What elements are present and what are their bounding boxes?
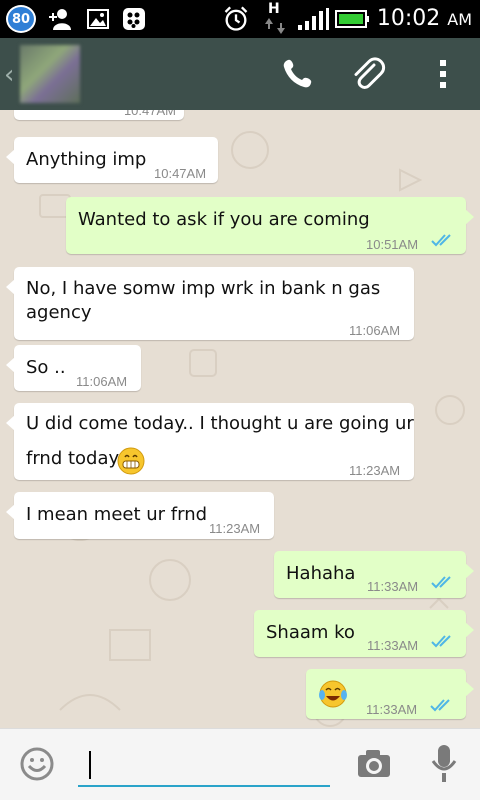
notification-count-badge: 80 xyxy=(6,5,36,33)
emoji-picker-icon[interactable] xyxy=(19,746,55,782)
message-text-line-2: frnd today xyxy=(26,448,120,469)
read-receipt-icon xyxy=(431,576,451,589)
phone-icon[interactable] xyxy=(280,56,316,92)
message-time: 11:23AM xyxy=(349,463,401,478)
message-time: 11:06AM xyxy=(349,323,401,338)
battery-icon xyxy=(335,10,369,28)
gallery-icon xyxy=(87,9,109,29)
incoming-message[interactable]: Anything imp 10:47AM xyxy=(6,137,218,183)
message-time: 10:51AM xyxy=(366,237,419,252)
message-text: Shaam ko xyxy=(266,622,355,643)
message-time: 11:33AM xyxy=(367,579,419,594)
message-time: 10:47AM xyxy=(154,166,207,181)
incoming-message[interactable]: So .. 11:06AM xyxy=(6,345,141,391)
paperclip-icon[interactable] xyxy=(350,56,386,92)
message-time: 11:23AM xyxy=(209,521,261,536)
signal-strength-icon xyxy=(298,8,329,30)
message-text-line-1: No, I have somw imp wrk in bank n gas xyxy=(26,278,381,299)
network-type-indicator: H xyxy=(268,1,280,17)
outgoing-message[interactable]: 11:33AM xyxy=(306,669,474,719)
message-bubble-partial[interactable]: 10:47AM xyxy=(14,110,184,120)
read-receipt-icon xyxy=(430,699,450,712)
conversation-header: ‹ xyxy=(0,38,480,110)
message-compose-bar xyxy=(0,728,480,800)
incoming-message[interactable]: No, I have somw imp wrk in bank n gas ag… xyxy=(6,267,414,340)
outgoing-message[interactable]: Hahaha 11:33AM xyxy=(274,551,474,598)
contact-avatar[interactable] xyxy=(20,45,80,103)
message-input[interactable] xyxy=(78,743,330,787)
tears-of-joy-emoji-icon xyxy=(319,680,347,708)
add-contact-icon xyxy=(49,9,71,30)
blackberry-messenger-icon xyxy=(123,8,145,30)
message-text: Anything imp xyxy=(26,149,147,170)
message-time: 11:33AM xyxy=(367,638,419,653)
alarm-clock-icon xyxy=(224,6,248,31)
message-text-line-1: U did come today.. I thought u are going… xyxy=(26,413,414,434)
grinning-emoji-icon xyxy=(117,447,145,475)
incoming-message[interactable]: U did come today.. I thought u are going… xyxy=(6,403,414,480)
message-list[interactable]: 10:47AM Anything imp 10:47AM Wanted to a… xyxy=(0,110,480,728)
microphone-icon[interactable] xyxy=(430,743,458,785)
camera-icon[interactable] xyxy=(356,747,392,781)
message-text: I mean meet ur frnd xyxy=(26,504,208,525)
message-text-line-2: agency xyxy=(26,302,92,323)
message-text: Hahaha xyxy=(286,563,356,584)
message-text: So .. xyxy=(26,357,66,378)
status-bar-clock: 10:02 AM xyxy=(376,6,472,31)
data-transfer-icon xyxy=(265,18,285,34)
outgoing-message[interactable]: Wanted to ask if you are coming 10:51AM xyxy=(66,197,474,254)
message-text: Wanted to ask if you are coming xyxy=(78,209,370,230)
message-text: No, I have somw imp wrk in bank n gas ag… xyxy=(26,277,380,325)
status-bar: 80 H 10:02 AM xyxy=(0,0,480,38)
message-time: 11:33AM xyxy=(366,702,418,717)
text-cursor xyxy=(89,751,91,779)
message-time: 10:47AM xyxy=(123,110,176,118)
message-time: 11:06AM xyxy=(76,374,128,389)
outgoing-message[interactable]: Shaam ko 11:33AM xyxy=(254,610,474,657)
overflow-menu-icon[interactable] xyxy=(428,56,458,92)
read-receipt-icon xyxy=(431,635,451,648)
back-chevron-icon[interactable]: ‹ xyxy=(4,60,14,90)
incoming-message[interactable]: I mean meet ur frnd 11:23AM xyxy=(6,492,274,539)
read-receipt-icon xyxy=(431,234,451,247)
